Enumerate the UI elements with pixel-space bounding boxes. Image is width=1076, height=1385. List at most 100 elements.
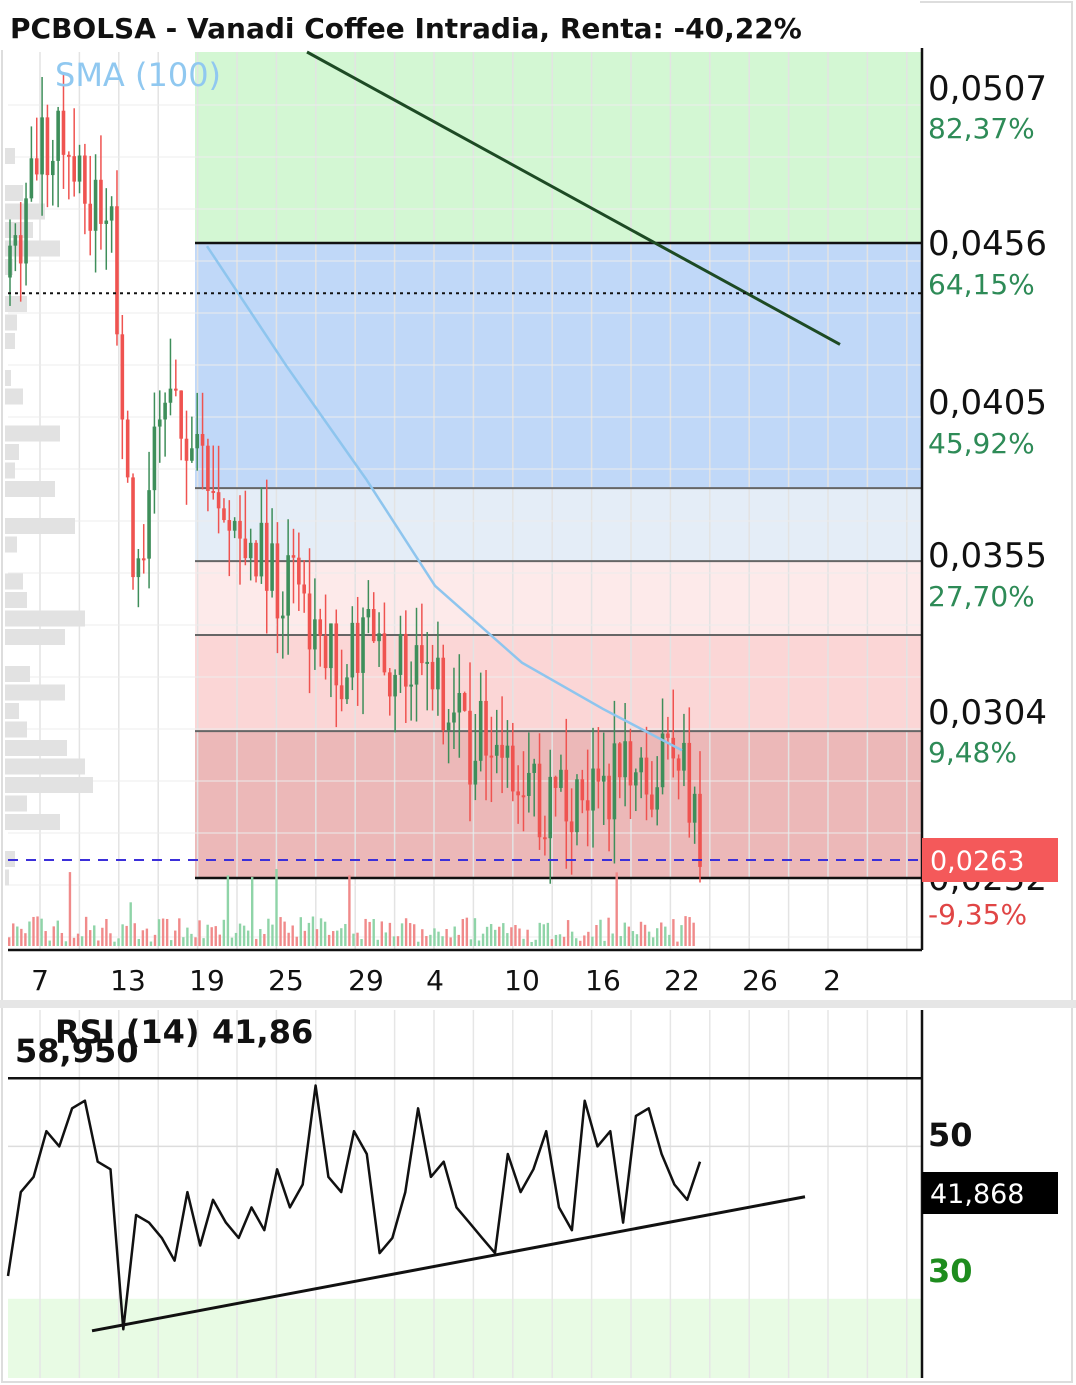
candle-body: [446, 722, 451, 731]
volume-profile-bar: [5, 666, 30, 682]
volume-bar: [615, 872, 618, 946]
volume-bar: [170, 940, 173, 946]
volume-bar: [255, 938, 258, 946]
volume-profile-bar: [5, 462, 15, 479]
candle-body: [216, 492, 221, 509]
volume-bar: [680, 925, 683, 946]
volume-bar: [303, 930, 307, 946]
candle-body: [313, 619, 317, 650]
volume-bar: [153, 934, 157, 946]
volume-bar: [12, 923, 15, 946]
stock-chart: PCBOLSA - Vanadi Coffee Intradia, Renta:…: [0, 0, 1076, 1385]
volume-bar: [599, 919, 602, 946]
candle-body: [436, 657, 440, 690]
zone-darkpink: [195, 731, 922, 878]
candle-body: [131, 477, 135, 578]
pct-tick-6415: 64,15%: [928, 268, 1035, 301]
candle-body: [601, 775, 606, 782]
volume-bar: [190, 933, 193, 946]
volume-bar: [591, 936, 594, 946]
volume-bar: [607, 917, 610, 946]
candle-body: [318, 619, 323, 636]
candle-body: [452, 712, 456, 723]
volume-bar: [368, 921, 371, 946]
volume-bar: [660, 922, 663, 946]
chart-title: PCBOLSA - Vanadi Coffee Intradia, Renta:…: [10, 12, 802, 45]
volume-bar: [16, 926, 19, 946]
volume-profile-bar: [5, 684, 65, 701]
candle-body: [676, 758, 681, 771]
candle-body: [190, 448, 194, 461]
volume-bar: [105, 918, 108, 946]
volume-bar: [656, 928, 659, 946]
candle-body: [302, 584, 306, 594]
candle-body: [559, 769, 563, 788]
volume-bar: [68, 872, 72, 946]
candle-body: [125, 419, 130, 478]
candle-body: [345, 677, 349, 700]
candle-body: [141, 558, 146, 561]
candle-body: [494, 744, 499, 756]
volume-bar: [413, 924, 416, 946]
volume-bar: [44, 931, 47, 946]
candle-body: [24, 198, 28, 264]
volume-bar: [530, 941, 533, 946]
candle-body: [264, 522, 269, 591]
volume-bar: [453, 926, 456, 946]
volume-bar: [384, 932, 388, 946]
candle-body: [569, 821, 574, 833]
candle-body: [291, 555, 296, 558]
volume-bar: [570, 931, 574, 946]
volume-bar: [546, 922, 550, 946]
volume-bar: [125, 925, 128, 946]
candle-body: [462, 693, 467, 711]
candle-body: [623, 741, 627, 778]
volume-bar: [457, 934, 460, 946]
date-label-13: 13: [110, 964, 146, 997]
candle-body: [334, 623, 339, 686]
date-label-26: 26: [742, 964, 778, 997]
candle-body: [329, 623, 333, 669]
volume-bar: [542, 924, 545, 946]
candle-body: [687, 742, 692, 823]
candle-body: [13, 235, 18, 246]
volume-bar: [202, 938, 205, 946]
candle-body: [355, 622, 360, 673]
candle-body: [227, 520, 232, 531]
volume-bar: [291, 925, 294, 946]
volume-bar: [311, 916, 315, 946]
candle-body: [174, 388, 178, 391]
candle-body: [516, 791, 520, 796]
volume-bar: [635, 934, 639, 946]
volume-bar: [421, 929, 424, 946]
volume-bar: [263, 933, 266, 946]
volume-bar: [494, 929, 497, 946]
volume-bar: [315, 929, 319, 946]
volume-bar: [327, 934, 331, 946]
price-tick-0304: 0,0304: [928, 693, 1047, 733]
volume-bar: [178, 918, 181, 946]
volume-bar: [336, 930, 339, 946]
volume-bar: [60, 932, 64, 946]
volume-bar: [404, 918, 408, 946]
volume-bar: [283, 921, 286, 946]
volume-bar: [234, 932, 238, 946]
volume-profile-bar: [5, 777, 93, 793]
candle-body: [409, 684, 413, 687]
volume-bar: [20, 928, 23, 946]
candle-body: [671, 737, 676, 759]
volume-profile-bar: [5, 425, 60, 442]
rsi-axis-30: 30: [928, 1252, 973, 1290]
volume-bar: [145, 928, 149, 946]
date-label-29: 29: [348, 964, 384, 997]
candle-body: [195, 434, 200, 449]
volume-bar: [93, 925, 96, 946]
volume-bar: [489, 924, 493, 946]
rsi-oversold-zone: [8, 1298, 922, 1378]
volume-bar: [623, 922, 626, 946]
date-label-4: 4: [426, 964, 444, 997]
candle-body: [607, 775, 611, 820]
date-label-22: 22: [664, 964, 700, 997]
candle-body: [564, 769, 569, 822]
volume-bar: [380, 921, 383, 946]
